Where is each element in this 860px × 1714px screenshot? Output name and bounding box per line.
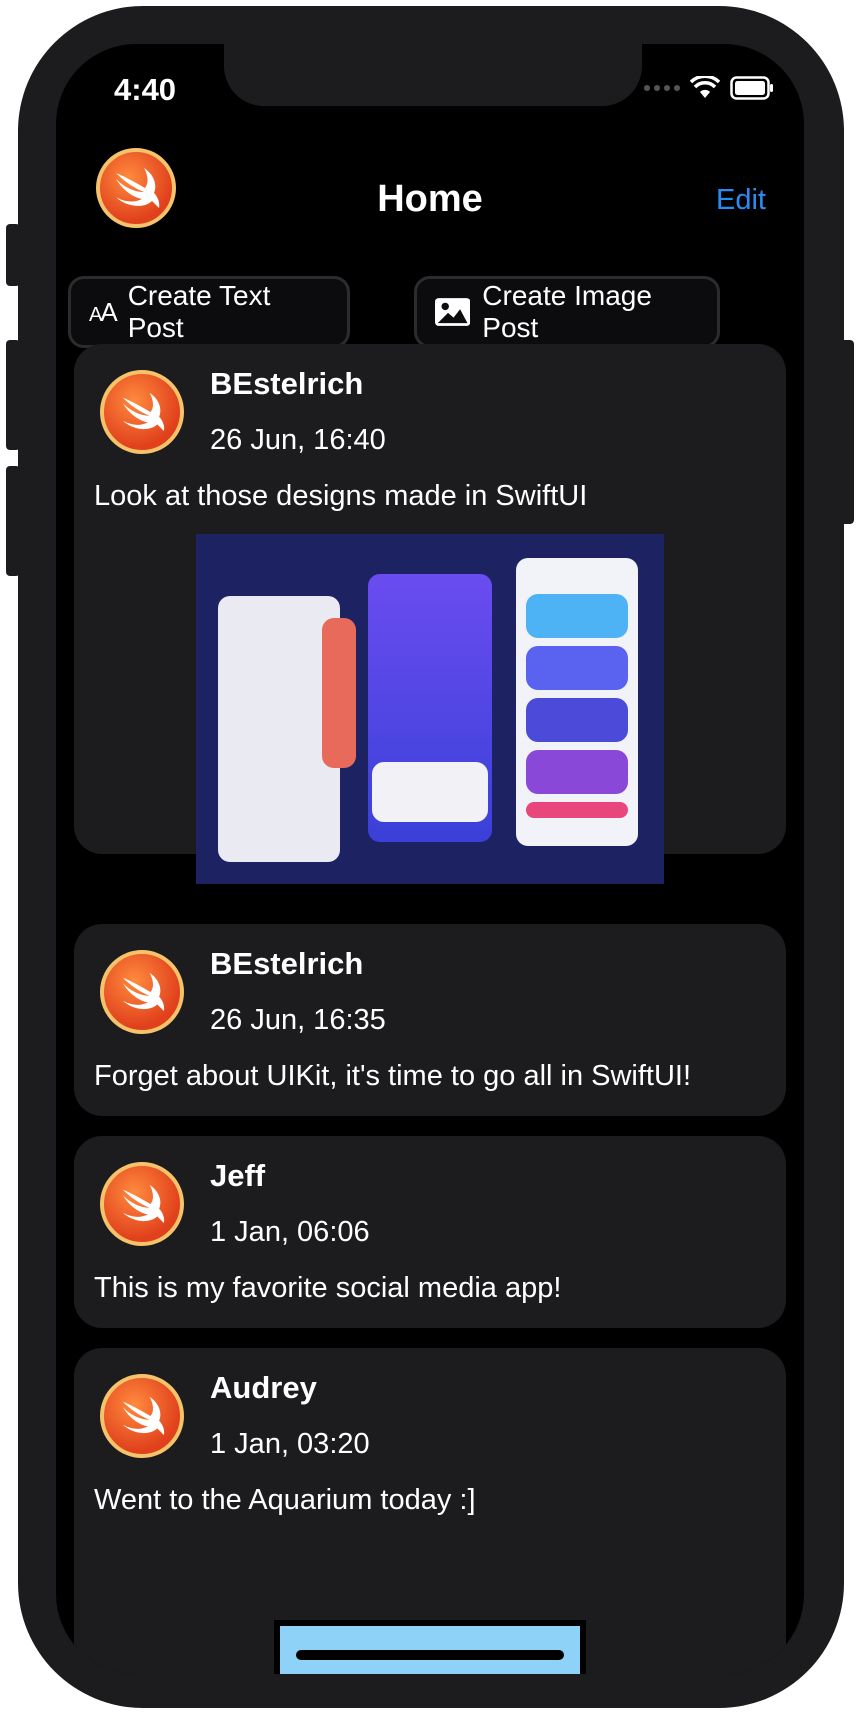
avatar	[100, 1374, 184, 1458]
create-text-post-label: Create Text Post	[127, 280, 271, 343]
post-author: Audrey	[210, 1370, 317, 1405]
post-date: 26 Jun, 16:35	[210, 1004, 386, 1036]
text-size-icon: AA	[89, 296, 118, 327]
post-card[interactable]: BEstelrich 26 Jun, 16:40 Look at those d…	[74, 344, 786, 884]
mute-switch	[6, 224, 20, 286]
photo-icon	[435, 298, 471, 326]
post-author: Jeff	[210, 1158, 266, 1193]
post-image[interactable]	[196, 534, 664, 884]
home-indicator-bar	[296, 1650, 564, 1660]
mockup-tile	[526, 646, 628, 690]
swift-bird-icon	[122, 1184, 165, 1224]
volume-up-button	[6, 340, 20, 450]
post-text: Forget about UIKit, it's time to go all …	[94, 1060, 692, 1092]
screen: 4:40 Home Edit AA Create Text Post Creat…	[56, 44, 804, 1674]
edit-button[interactable]: Edit	[716, 184, 766, 217]
mockup-tile	[526, 594, 628, 638]
mockup-tile	[526, 802, 628, 818]
swift-bird-icon	[122, 1396, 165, 1436]
create-image-post-label: Create Image Post	[482, 280, 652, 343]
post-date: 1 Jan, 03:20	[210, 1428, 370, 1460]
post-text: Went to the Aquarium today :]	[94, 1484, 476, 1516]
mockup-tile	[526, 750, 628, 794]
post-text: This is my favorite social media app!	[94, 1272, 562, 1304]
mockup-card	[372, 762, 488, 822]
page-title: Home	[377, 178, 483, 220]
post-author: BEstelrich	[210, 366, 364, 401]
post-date: 26 Jun, 16:40	[210, 424, 386, 456]
wifi-icon	[690, 76, 720, 98]
mockup-overlay	[322, 618, 356, 768]
post-date: 1 Jan, 06:06	[210, 1216, 370, 1248]
swift-bird-icon	[122, 392, 165, 432]
post-card[interactable]: Jeff 1 Jan, 06:06 This is my favorite so…	[74, 1136, 786, 1328]
avatar	[100, 950, 184, 1034]
battery-icon	[730, 76, 773, 100]
swift-bird-icon	[122, 972, 165, 1012]
status-icons	[644, 76, 774, 100]
avatar	[100, 1162, 184, 1246]
power-button	[840, 340, 854, 524]
volume-down-button	[6, 466, 20, 576]
avatar	[100, 370, 184, 454]
home-indicator[interactable]	[274, 1620, 586, 1674]
post-author: BEstelrich	[210, 946, 364, 981]
mockup-tile	[526, 698, 628, 742]
create-image-post-button[interactable]: Create Image Post	[414, 276, 720, 348]
status-time: 4:40	[114, 72, 177, 107]
create-text-post-button[interactable]: AA Create Text Post	[68, 276, 350, 348]
post-card[interactable]: BEstelrich 26 Jun, 16:35 Forget about UI…	[74, 924, 786, 1116]
signal-icon	[644, 85, 680, 91]
notch	[224, 44, 642, 106]
post-text: Look at those designs made in SwiftUI	[94, 480, 588, 512]
home-indicator-background	[280, 1626, 580, 1674]
